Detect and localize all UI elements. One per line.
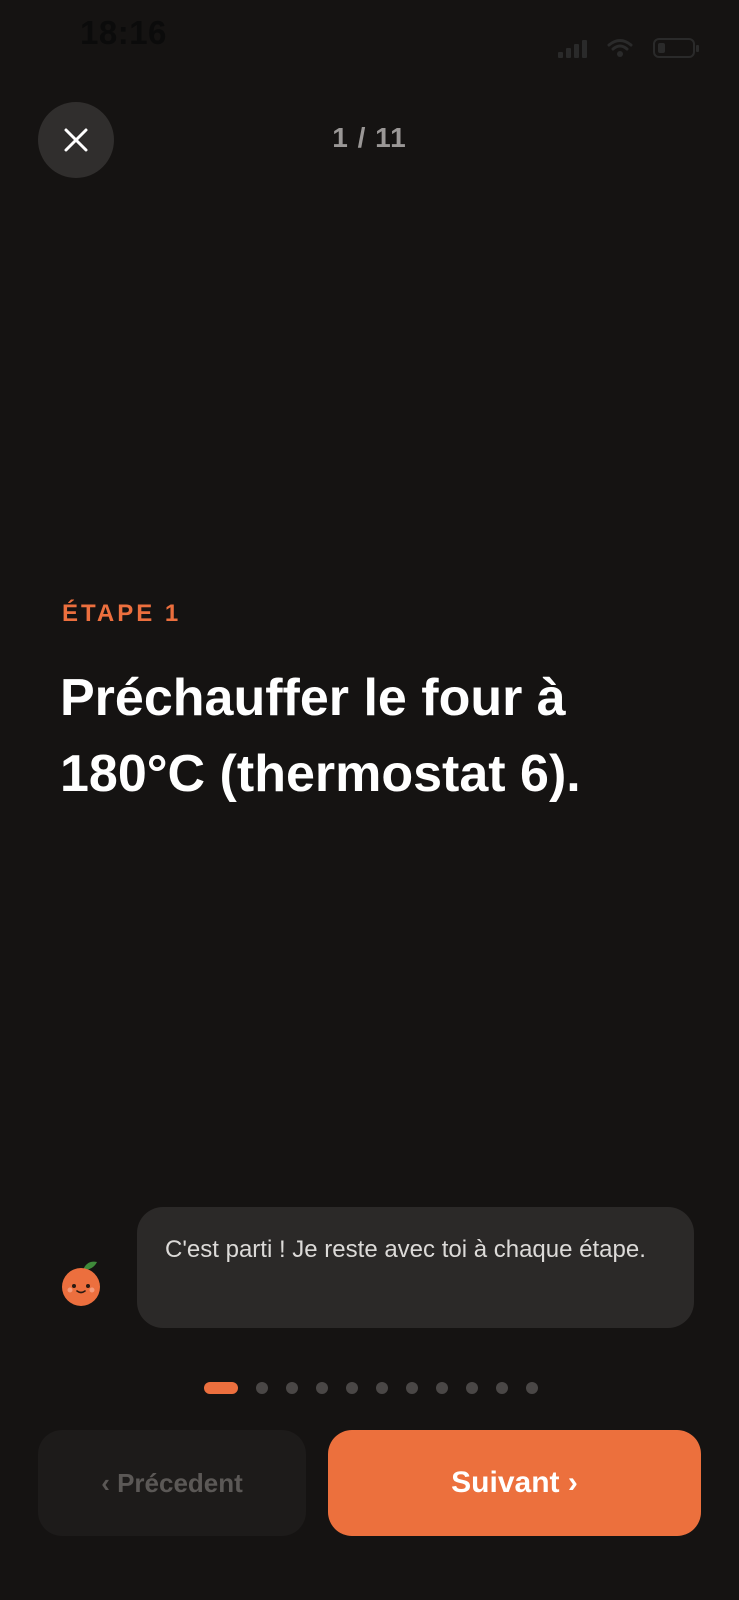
wifi-icon (607, 39, 633, 57)
signal-icon (558, 38, 587, 58)
status-icons (558, 38, 699, 58)
battery-icon (653, 38, 699, 58)
pagination-dot (285, 1382, 298, 1394)
orange-mascot-icon (57, 1258, 107, 1308)
previous-button[interactable]: ‹ Précedent (38, 1430, 306, 1536)
step-pagination (0, 1382, 739, 1394)
step-instruction: Préchauffer le four à 180°C (thermostat … (60, 669, 581, 803)
step-label: ÉTAPE 1 (62, 600, 182, 627)
pagination-dot (525, 1382, 538, 1394)
pagination-dot (495, 1382, 508, 1394)
next-button[interactable]: Suivant › (328, 1430, 701, 1536)
pagination-dot (315, 1382, 328, 1394)
assistant-message: C'est parti ! Je reste avec toi à chaque… (137, 1207, 694, 1328)
status-time: 18:16 (80, 14, 167, 51)
pagination-dot (375, 1382, 388, 1394)
pagination-dot (255, 1382, 268, 1394)
pagination-dot (465, 1382, 478, 1394)
pagination-dot (203, 1382, 238, 1394)
pagination-dot (405, 1382, 418, 1394)
pagination-dot (435, 1382, 448, 1394)
pagination-dot (345, 1382, 358, 1394)
step-progress: 1 / 11 (332, 122, 407, 153)
